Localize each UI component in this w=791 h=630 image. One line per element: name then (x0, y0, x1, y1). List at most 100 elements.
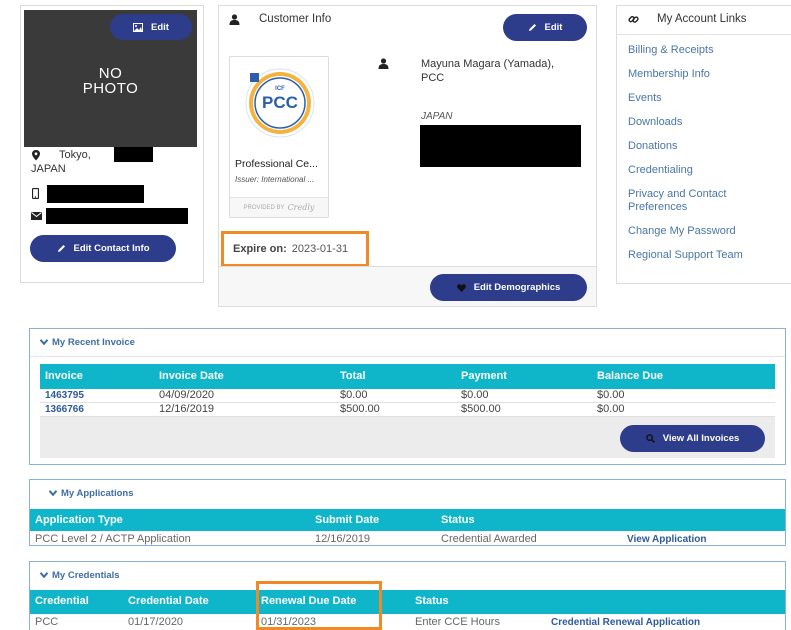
credentials-header[interactable]: My Credentials (39, 570, 120, 581)
view-all-invoices-button[interactable]: View All Invoices (620, 425, 765, 452)
invoice-balance: $0.00 (597, 389, 625, 401)
view-all-invoices-label: View All Invoices (662, 433, 740, 444)
user-icon (229, 14, 240, 28)
credentials-title: My Credentials (52, 570, 120, 581)
credentials-panel: My Credentials Credential Credential Dat… (29, 561, 786, 630)
col-balance-due: Balance Due (597, 370, 664, 382)
customer-country: JAPAN (421, 111, 453, 122)
col-status: Status (441, 514, 475, 526)
credential-badge-card[interactable]: ICF PCC Professional Ce... Issuer: Inter… (229, 56, 329, 218)
application-status: Credential Awarded (441, 533, 537, 545)
chevron-down-icon (48, 488, 58, 499)
link-billing-receipts[interactable]: Billing & Receipts (628, 44, 714, 57)
customer-name-line1: Mayuna Magara (Yamada), (421, 58, 555, 70)
applications-title: My Applications (61, 488, 134, 499)
link-regional-support-team[interactable]: Regional Support Team (628, 249, 743, 262)
col-invoice-date: Invoice Date (159, 370, 224, 382)
invoice-payment: $0.00 (461, 389, 489, 401)
invoice-date: 12/16/2019 (159, 403, 215, 415)
city-text: Tokyo, (59, 149, 91, 161)
edit-demographics-button[interactable]: Edit Demographics (430, 274, 587, 301)
applications-header[interactable]: My Applications (48, 488, 134, 499)
invoice-number-link[interactable]: 1463795 (45, 390, 84, 401)
edit-demographics-label: Edit Demographics (473, 282, 561, 293)
edit-contact-info-button[interactable]: Edit Contact Info (30, 235, 176, 262)
badge-issuer: Issuer: International ... (235, 175, 315, 184)
view-application-link[interactable]: View Application (627, 534, 706, 545)
edit-contact-info-label: Edit Contact Info (73, 243, 150, 254)
no-photo-text-line1: NO (98, 65, 123, 82)
credential-date: 01/17/2020 (128, 616, 184, 628)
invoice-payment: $500.00 (461, 403, 501, 415)
col-submit-date: Submit Date (315, 514, 380, 526)
recent-invoice-header[interactable]: My Recent Invoice (39, 337, 135, 348)
edit-customer-info-label: Edit (544, 22, 563, 33)
link-privacy-contact-preferences[interactable]: Privacy and Contact Preferences (628, 188, 768, 214)
link-change-password[interactable]: Change My Password (628, 225, 736, 238)
col-payment: Payment (461, 370, 507, 382)
renewal-due-date-highlight-box (256, 581, 382, 630)
invoice-total: $0.00 (340, 389, 368, 401)
customer-name: Mayuna Magara (Yamada), PCC (421, 57, 554, 85)
mobile-phone-icon (31, 187, 42, 200)
redacted-address (114, 147, 153, 162)
user-icon (378, 58, 389, 72)
link-events[interactable]: Events (628, 92, 662, 105)
provided-by-text: PROVIDED BY (243, 204, 285, 211)
application-submit-date: 12/16/2019 (315, 533, 371, 545)
edit-customer-info-button[interactable]: Edit (503, 14, 587, 41)
col-credential-status: Status (415, 595, 449, 607)
pencil-icon (528, 23, 537, 32)
table-row: 1366766 12/16/2019 $500.00 $500.00 $0.00 (40, 403, 775, 417)
heart-icon (456, 283, 466, 292)
redacted-customer-address (420, 125, 581, 167)
col-credential: Credential (35, 595, 89, 607)
table-row: PCC 01/17/2020 01/31/2023 Enter CCE Hour… (30, 614, 785, 630)
account-links-title: My Account Links (657, 13, 747, 25)
credential-renewal-application-link[interactable]: Credential Renewal Application (551, 617, 700, 628)
chevron-down-icon (39, 570, 49, 581)
link-donations[interactable]: Donations (628, 140, 678, 153)
edit-photo-button[interactable]: Edit (110, 14, 192, 40)
link-downloads[interactable]: Downloads (628, 116, 682, 129)
invoice-date: 04/09/2020 (159, 389, 215, 401)
col-total: Total (340, 370, 366, 382)
pencil-icon (57, 244, 66, 253)
customer-info-title: Customer Info (259, 13, 332, 25)
envelope-icon (31, 211, 42, 221)
map-pin-icon (31, 150, 41, 161)
no-photo-text-line2: PHOTO (82, 80, 139, 97)
customer-info-footer: Edit Demographics (219, 266, 596, 306)
expire-value: 2023-01-31 (291, 243, 349, 255)
invoice-table-header: Invoice Invoice Date Total Payment Balan… (40, 364, 775, 389)
table-row: PCC Level 2 / ACTP Application 12/16/201… (30, 531, 785, 546)
credly-logo: Credly (287, 203, 315, 212)
profile-photo-card: NO PHOTO Edit Tokyo, JAPAN Edit Contact … (20, 5, 204, 283)
invoice-number-link[interactable]: 1366766 (45, 404, 84, 415)
applications-table-header: Application Type Submit Date Status (30, 509, 785, 531)
table-row: 1463795 04/09/2020 $0.00 $0.00 $0.00 (40, 389, 775, 403)
badge-icf-text: ICF (275, 86, 285, 92)
redacted-email (46, 208, 188, 224)
customer-name-line2: PCC (421, 72, 445, 84)
account-links-card: My Account Links Billing & Receipts Memb… (616, 5, 791, 284)
link-credentialing[interactable]: Credentialing (628, 164, 693, 177)
badge-title: Professional Ce... (235, 158, 318, 170)
link-membership-info[interactable]: Membership Info (628, 68, 710, 81)
link-icon (628, 14, 639, 28)
recent-invoice-panel: My Recent Invoice Invoice Invoice Date T… (29, 328, 786, 465)
credentials-table-header: Credential Credential Date Renewal Due D… (30, 590, 785, 614)
country-text: JAPAN (31, 163, 66, 175)
expire-label: Expire on: (233, 243, 287, 255)
image-icon (133, 22, 144, 32)
col-invoice: Invoice (45, 370, 83, 382)
invoice-balance: $0.00 (597, 403, 625, 415)
expire-highlight-box: Expire on: 2023-01-31 (221, 231, 369, 267)
application-type: PCC Level 2 / ACTP Application (35, 533, 191, 545)
applications-panel: My Applications Application Type Submit … (29, 479, 786, 546)
col-application-type: Application Type (35, 514, 123, 526)
search-icon (645, 434, 655, 443)
customer-info-card: Customer Info Edit ICF PCC Professional … (218, 5, 597, 307)
invoice-total: $500.00 (340, 403, 380, 415)
chevron-down-icon (39, 337, 49, 348)
